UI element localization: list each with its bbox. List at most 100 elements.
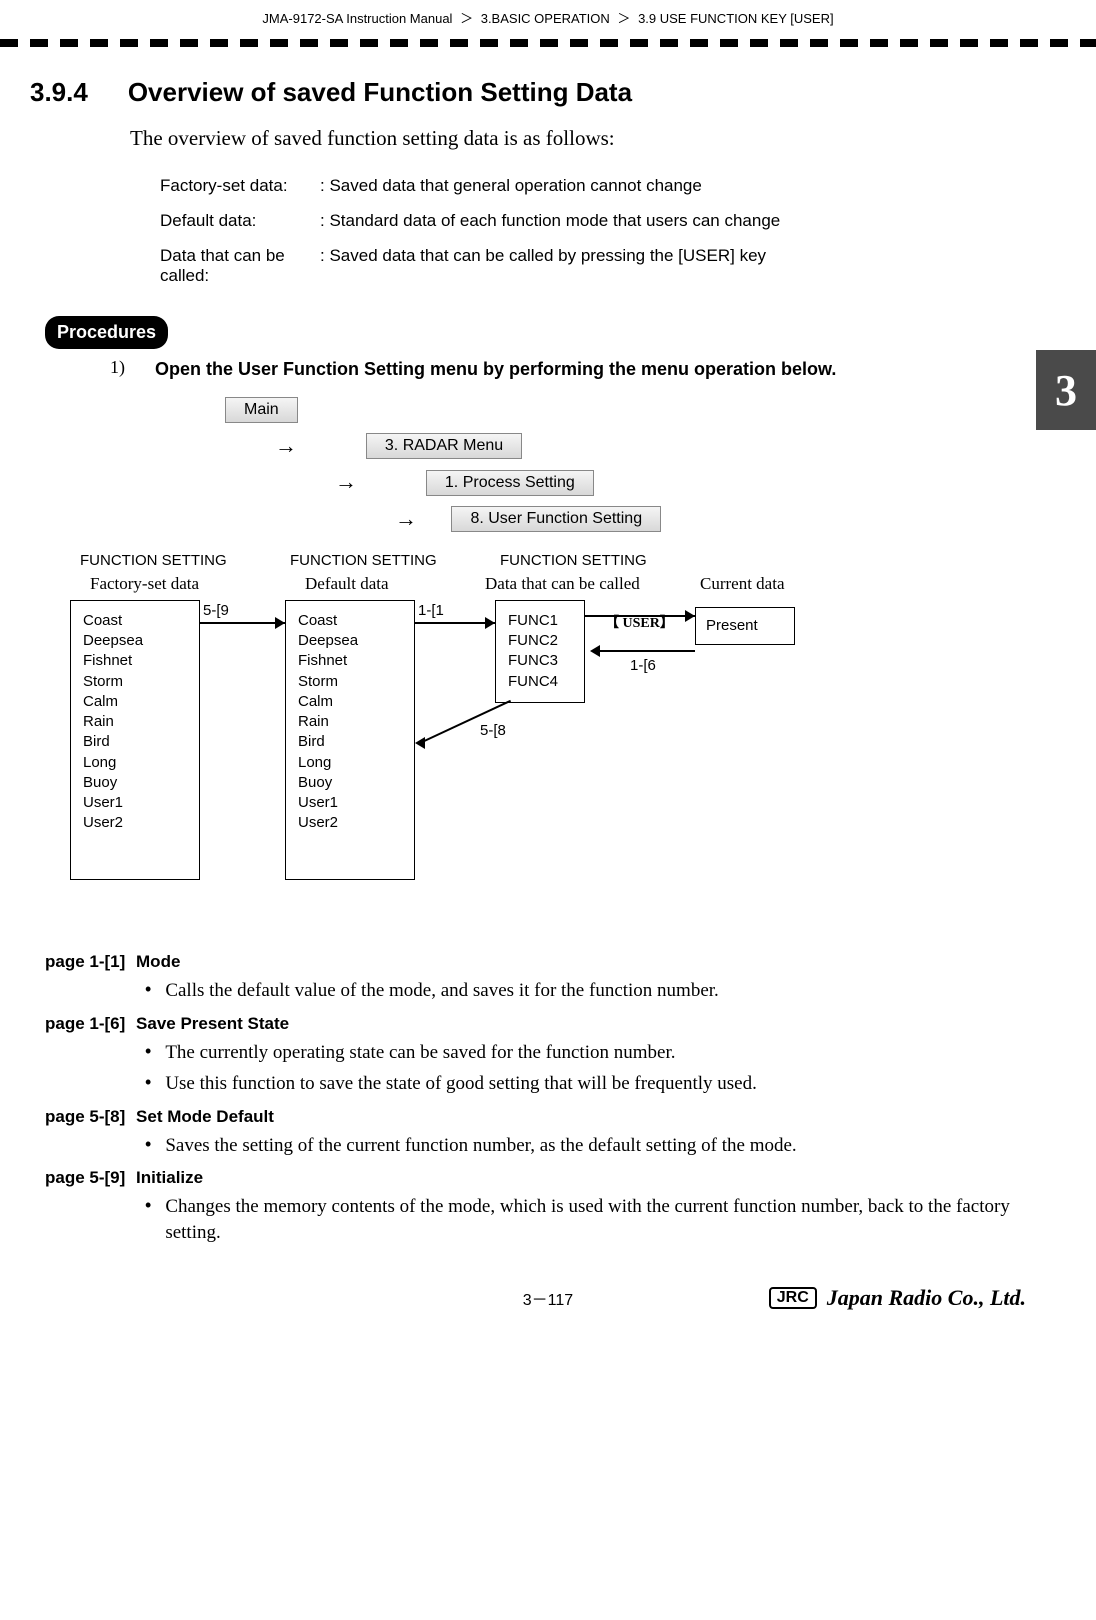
chevron-right-icon: ＞ <box>617 11 630 26</box>
ref-5-9: 5-[9 <box>203 602 229 619</box>
def-desc: : Standard data of each function mode th… <box>320 211 1036 231</box>
page-ref: page 1-[6] <box>45 1014 125 1033</box>
arrow-line <box>600 650 695 652</box>
arrow-head-icon <box>485 617 495 629</box>
mode-item: Long <box>298 753 402 773</box>
chevron-right-icon: ＞ <box>460 11 473 26</box>
arrow-head-icon <box>685 610 695 622</box>
mode-item: Bird <box>298 732 402 752</box>
func-item: FUNC4 <box>508 672 572 692</box>
arrow-head-icon <box>590 645 600 657</box>
arrow-head-icon <box>415 737 425 749</box>
mode-item: Buoy <box>298 773 402 793</box>
bullet-text: The currently operating state can be sav… <box>165 1040 1036 1066</box>
breadcrumb: JMA-9172-SA Instruction Manual ＞ 3.BASIC… <box>0 0 1096 31</box>
mode-item: User1 <box>298 793 402 813</box>
bullet-item: • The currently operating state can be sa… <box>145 1040 1036 1066</box>
definition-table: Factory-set data: : Saved data that gene… <box>160 176 1036 286</box>
jrc-box-icon: JRC <box>769 1287 817 1309</box>
page-item-heading: page 5-[9] Initialize <box>45 1168 1036 1188</box>
diagram-col-label: Current data <box>700 574 785 594</box>
mode-item: Fishnet <box>83 651 187 671</box>
def-label: Default data: <box>160 211 320 231</box>
page-number: 3－117 <box>523 1286 573 1310</box>
page-item-heading: page 5-[8] Set Mode Default <box>45 1107 1036 1127</box>
ref-1-1: 1-[1 <box>418 602 444 619</box>
page-item: page 5-[8] Set Mode Default •Saves the se… <box>45 1107 1036 1159</box>
breadcrumb-section: 3.9 USE FUNCTION KEY [USER] <box>638 11 834 26</box>
page-item-name: Save Present State <box>131 1014 289 1033</box>
arrow-line <box>200 622 285 624</box>
bullet-text: Changes the memory contents of the mode,… <box>165 1194 1036 1245</box>
mode-item: Bird <box>83 732 187 752</box>
step-text: Open the User Function Setting menu by p… <box>155 357 1036 382</box>
section-number: 3.9.4 <box>30 77 88 108</box>
procedures-badge: Procedures <box>45 316 168 349</box>
diagram-col-label: Data that can be called <box>485 574 640 594</box>
func-item: FUNC2 <box>508 631 572 651</box>
page-ref: page 5-[9] <box>45 1168 125 1187</box>
page-item-name: Set Mode Default <box>131 1107 274 1126</box>
page-item: page 1-[1] Mode • Calls the default value … <box>45 952 1036 1004</box>
mode-item: Long <box>83 753 187 773</box>
diagram-header: FUNCTION SETTING <box>80 552 227 569</box>
menu-radar-button[interactable]: 3. RADAR Menu <box>366 433 522 459</box>
mode-item: Storm <box>298 672 402 692</box>
diagram-header: FUNCTION SETTING <box>290 552 437 569</box>
func-item: FUNC1 <box>508 611 572 631</box>
def-label: Factory-set data: <box>160 176 320 196</box>
bullet-list: • Calls the default value of the mode, an… <box>145 978 1036 1004</box>
menu-userfunc-button[interactable]: 8. User Function Setting <box>451 506 661 532</box>
mode-item: Coast <box>83 611 187 631</box>
bullet-item: • Changes the memory contents of the mode… <box>145 1194 1036 1245</box>
divider <box>0 39 1096 47</box>
arrow-line <box>415 622 495 624</box>
bullet-icon: • <box>145 1133 151 1159</box>
mode-item: Calm <box>83 692 187 712</box>
arrow-head-icon <box>275 617 285 629</box>
page-item-heading: page 1-[6] Save Present State <box>45 1014 1036 1034</box>
def-label: Data that can be called: <box>160 246 320 286</box>
mode-item: Storm <box>83 672 187 692</box>
page-ref: page 5-[8] <box>45 1107 125 1126</box>
bullet-item: • Use this function to save the state of … <box>145 1071 1036 1097</box>
arrow-right-icon: → <box>275 433 297 459</box>
mode-item: Rain <box>298 712 402 732</box>
jrc-script-logo: Japan Radio Co., Ltd. <box>827 1285 1026 1311</box>
menu-process-button[interactable]: 1. Process Setting <box>426 470 594 496</box>
diagram-col-label: Factory-set data <box>90 574 199 594</box>
step-number: 1) <box>110 357 125 382</box>
ref-5-8: 5-[8 <box>480 722 506 739</box>
page-item-name: Initialize <box>131 1168 203 1187</box>
mode-item: User2 <box>83 813 187 833</box>
callable-data-box: FUNC1FUNC2FUNC3FUNC4 <box>495 600 585 703</box>
bullet-icon: • <box>145 1071 151 1097</box>
page-footer: 3－117 JRC Japan Radio Co., Ltd. <box>0 1286 1096 1340</box>
mode-item: Coast <box>298 611 402 631</box>
bullet-item: • Calls the default value of the mode, an… <box>145 978 1036 1004</box>
bullet-list: • Changes the memory contents of the mode… <box>145 1194 1036 1245</box>
page-item-name: Mode <box>131 952 180 971</box>
arrow-right-icon: → <box>395 506 417 532</box>
diagram-header: FUNCTION SETTING <box>500 552 647 569</box>
mode-item: Deepsea <box>298 631 402 651</box>
factory-data-box: CoastDeepseaFishnetStormCalmRainBirdLong… <box>70 600 200 880</box>
func-item: FUNC3 <box>508 651 572 671</box>
bullet-text: Calls the default value of the mode, and… <box>165 978 1036 1004</box>
mode-item: Fishnet <box>298 651 402 671</box>
mode-item: User1 <box>83 793 187 813</box>
mode-item: Deepsea <box>83 631 187 651</box>
arrow-line <box>585 615 695 617</box>
bullet-icon: • <box>145 1194 151 1245</box>
jrc-logo: JRC Japan Radio Co., Ltd. <box>769 1285 1026 1311</box>
chapter-tab: 3 <box>1036 350 1096 430</box>
bullet-icon: • <box>145 978 151 1004</box>
page-ref: page 1-[1] <box>45 952 125 971</box>
mode-item: Calm <box>298 692 402 712</box>
bullet-icon: • <box>145 1040 151 1066</box>
bullet-text: Use this function to save the state of g… <box>165 1071 1036 1097</box>
data-flow-diagram: FUNCTION SETTING FUNCTION SETTING FUNCTI… <box>60 552 1016 932</box>
bullet-list: •Saves the setting of the current functi… <box>145 1133 1036 1159</box>
default-data-box: CoastDeepseaFishnetStormCalmRainBirdLong… <box>285 600 415 880</box>
menu-main-button[interactable]: Main <box>225 397 298 423</box>
